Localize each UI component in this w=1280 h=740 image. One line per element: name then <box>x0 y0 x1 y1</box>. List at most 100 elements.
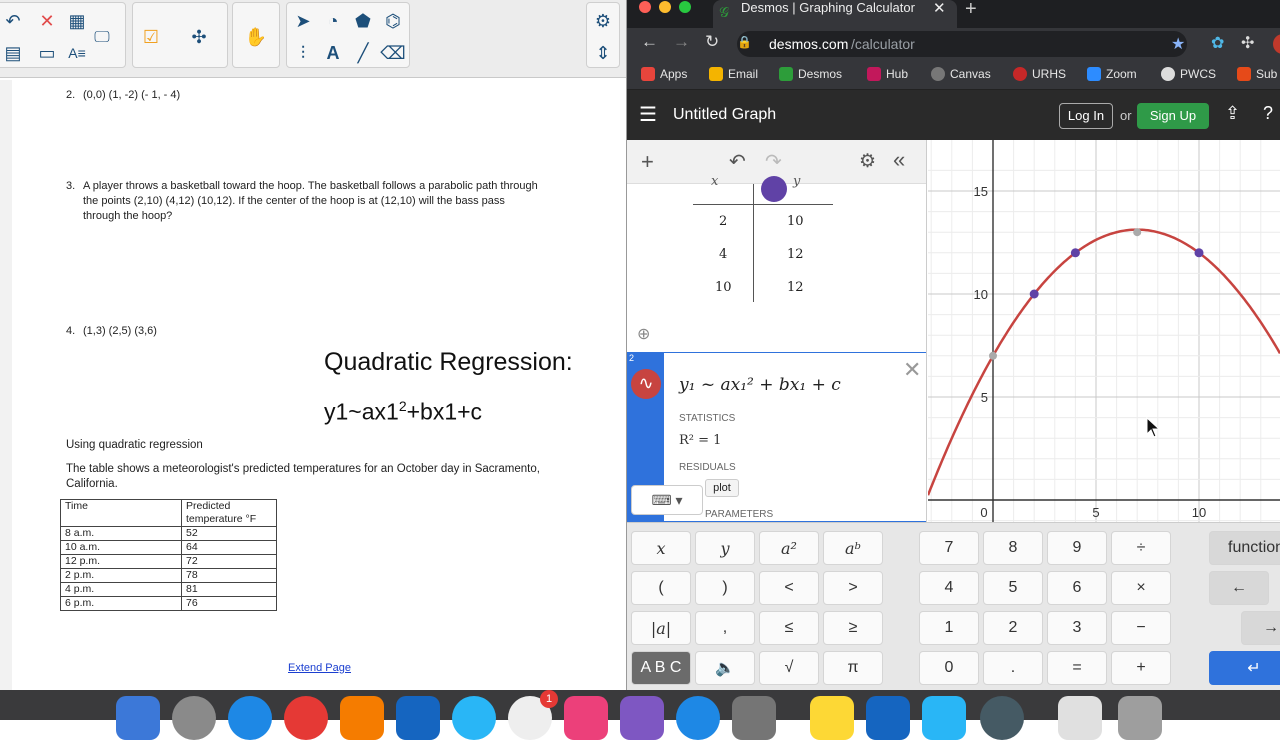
key-0-2[interactable]: a² <box>759 531 819 565</box>
puzzle-extensions-icon[interactable]: ✣ <box>1241 33 1254 53</box>
cell-y[interactable]: 10 <box>787 214 804 229</box>
app-icon[interactable] <box>452 696 496 740</box>
quicktime-icon[interactable] <box>980 696 1024 740</box>
help-icon[interactable]: ? <box>1263 103 1273 124</box>
bookmark-pwcs[interactable]: PWCS <box>1161 67 1216 81</box>
bookmark-desmos[interactable]: Desmos <box>779 67 842 81</box>
new-tab-icon[interactable]: + <box>965 0 977 21</box>
sliders-icon[interactable]: ⫶ <box>289 39 317 67</box>
key-1-1[interactable]: ) <box>695 571 755 605</box>
undo-icon[interactable]: ↶ <box>729 149 746 174</box>
graph-title[interactable]: Untitled Graph <box>673 106 776 124</box>
notes-icon[interactable] <box>810 696 854 740</box>
key-3-3[interactable]: π <box>823 651 883 685</box>
reload-icon[interactable]: ↻ <box>705 32 719 52</box>
back-icon[interactable]: ← <box>641 32 658 52</box>
trash-icon[interactable] <box>1118 696 1162 740</box>
num-key-3-1[interactable]: . <box>983 651 1043 685</box>
num-key-0-1[interactable]: 8 <box>983 531 1043 565</box>
undo-icon[interactable]: ↶ <box>0 7 27 35</box>
signup-button[interactable]: Sign Up <box>1137 103 1209 129</box>
puzzle-icon[interactable]: ✣ <box>185 23 213 51</box>
key-1-2[interactable]: < <box>759 571 819 605</box>
num-key-1-0[interactable]: 4 <box>919 571 979 605</box>
bookmark-zoom[interactable]: Zoom <box>1087 67 1137 81</box>
pointer-icon[interactable]: ➤ <box>289 7 317 35</box>
settings-icon[interactable]: ⚙ <box>589 7 617 35</box>
key-0-0[interactable]: x <box>631 531 691 565</box>
music-icon[interactable] <box>564 696 608 740</box>
cell-y[interactable]: 12 <box>787 247 804 262</box>
enter-key[interactable]: ↵ <box>1209 651 1280 685</box>
cell-y[interactable]: 12 <box>787 280 804 295</box>
extension-icon[interactable]: ✿ <box>1211 33 1224 53</box>
sidebar-icon[interactable]: ▤ <box>0 39 27 67</box>
key-3-1[interactable]: 🔈 <box>695 651 755 685</box>
arrow-right-key[interactable]: → <box>1241 611 1280 645</box>
key-2-1[interactable]: , <box>695 611 755 645</box>
hand-icon[interactable]: ✋ <box>242 23 270 51</box>
plot-button[interactable]: plot <box>705 479 739 497</box>
fill-icon[interactable]: ⌬ <box>379 7 407 35</box>
zoom-fit-icon[interactable]: ⊕ <box>637 324 650 344</box>
menu-icon[interactable]: ☰ <box>639 102 657 127</box>
minimize-window-icon[interactable] <box>659 1 671 13</box>
appstore-icon[interactable] <box>676 696 720 740</box>
bookmark-sub[interactable]: Sub <box>1237 67 1277 81</box>
forward-icon[interactable]: → <box>673 32 690 52</box>
line-icon[interactable]: ╱ <box>349 39 377 67</box>
cell-x[interactable]: 4 <box>719 247 727 262</box>
delete-expression-icon[interactable]: ✕ <box>903 357 921 383</box>
bookmark-urhs[interactable]: URHS <box>1013 67 1066 81</box>
login-button[interactable]: Log In <box>1059 103 1113 129</box>
key-2-0[interactable]: |a| <box>631 611 691 645</box>
firefox-icon[interactable] <box>340 696 384 740</box>
key-0-3[interactable]: aᵇ <box>823 531 883 565</box>
close-icon[interactable]: ✕ <box>33 7 61 35</box>
num-key-2-1[interactable]: 2 <box>983 611 1043 645</box>
shapes-icon[interactable]: ◔ <box>319 7 347 35</box>
bookmark-canvas[interactable]: Canvas <box>931 67 991 81</box>
tab-desmos[interactable]: 𝒢 Desmos | Graphing Calculator ✕ <box>713 0 957 28</box>
preview-icon[interactable] <box>396 696 440 740</box>
num-key-1-3[interactable]: × <box>1111 571 1171 605</box>
maximize-window-icon[interactable] <box>679 1 691 13</box>
tab-close-icon[interactable]: ✕ <box>933 0 946 17</box>
key-3-2[interactable]: √ <box>759 651 819 685</box>
backspace-key[interactable]: ← <box>1209 571 1269 605</box>
screen-icon[interactable]: ▭ <box>33 39 61 67</box>
check-icon[interactable]: ☑ <box>137 23 165 51</box>
num-key-2-0[interactable]: 1 <box>919 611 979 645</box>
collapse-panel-icon[interactable]: « <box>893 147 905 173</box>
launchpad-icon[interactable] <box>172 696 216 740</box>
bookmark-hub[interactable]: Hub <box>867 67 908 81</box>
num-key-3-2[interactable]: = <box>1047 651 1107 685</box>
num-key-1-1[interactable]: 5 <box>983 571 1043 605</box>
key-2-3[interactable]: ≥ <box>823 611 883 645</box>
profile-avatar[interactable] <box>1273 34 1280 54</box>
chrome-icon[interactable] <box>284 696 328 740</box>
imovie-icon[interactable] <box>620 696 664 740</box>
share-icon[interactable]: ⇪ <box>1225 103 1240 124</box>
close-window-icon[interactable] <box>639 1 651 13</box>
functions-key[interactable]: functions <box>1209 531 1280 565</box>
bookmark-star-icon[interactable]: ★ <box>1171 34 1185 54</box>
extend-page-link[interactable]: Extend Page <box>288 662 351 674</box>
regression-formula-input[interactable]: y₁ ~ ax₁² + bx₁ + c <box>679 375 841 395</box>
num-key-3-0[interactable]: 0 <box>919 651 979 685</box>
num-key-3-3[interactable]: + <box>1111 651 1171 685</box>
bookmark-email[interactable]: Email <box>709 67 758 81</box>
key-1-3[interactable]: > <box>823 571 883 605</box>
num-key-1-2[interactable]: 6 <box>1047 571 1107 605</box>
safari-icon[interactable] <box>228 696 272 740</box>
smart-notebook-icon[interactable] <box>922 696 966 740</box>
downloads-icon[interactable] <box>1058 696 1102 740</box>
text-icon[interactable]: A <box>319 39 347 67</box>
key-3-0[interactable]: A B C <box>631 651 691 685</box>
num-key-2-2[interactable]: 3 <box>1047 611 1107 645</box>
finder-icon[interactable] <box>116 696 160 740</box>
num-key-2-3[interactable]: − <box>1111 611 1171 645</box>
num-key-0-3[interactable]: ÷ <box>1111 531 1171 565</box>
cell-x[interactable]: 2 <box>719 214 727 229</box>
keyboard-toggle[interactable]: ⌨ ▾ <box>631 485 703 515</box>
